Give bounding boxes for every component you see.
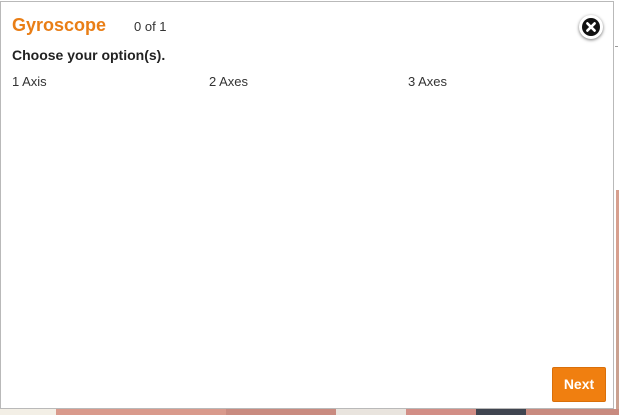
- close-button[interactable]: [579, 15, 603, 39]
- dialog-prompt: Choose your option(s).: [12, 47, 166, 63]
- background-image-strip: [406, 409, 476, 415]
- close-icon: [582, 18, 600, 36]
- next-button[interactable]: Next: [552, 367, 606, 402]
- background-image-strip: [226, 409, 336, 415]
- question-counter: 0 of 1: [134, 19, 167, 34]
- background-divider: [615, 46, 618, 47]
- option-2-axes[interactable]: 2 Axes: [209, 74, 248, 90]
- background-image-strip: [56, 409, 226, 415]
- background-image-strip: [0, 409, 56, 415]
- option-dialog: Gyroscope 0 of 1 Choose your option(s). …: [0, 1, 614, 409]
- option-1-axis[interactable]: 1 Axis: [12, 74, 47, 90]
- background-image-strip: [526, 409, 619, 415]
- option-3-axes[interactable]: 3 Axes: [408, 74, 447, 90]
- dialog-title: Gyroscope: [12, 15, 107, 35]
- background-image-strip: [336, 409, 406, 415]
- background-image-strip: [476, 409, 526, 415]
